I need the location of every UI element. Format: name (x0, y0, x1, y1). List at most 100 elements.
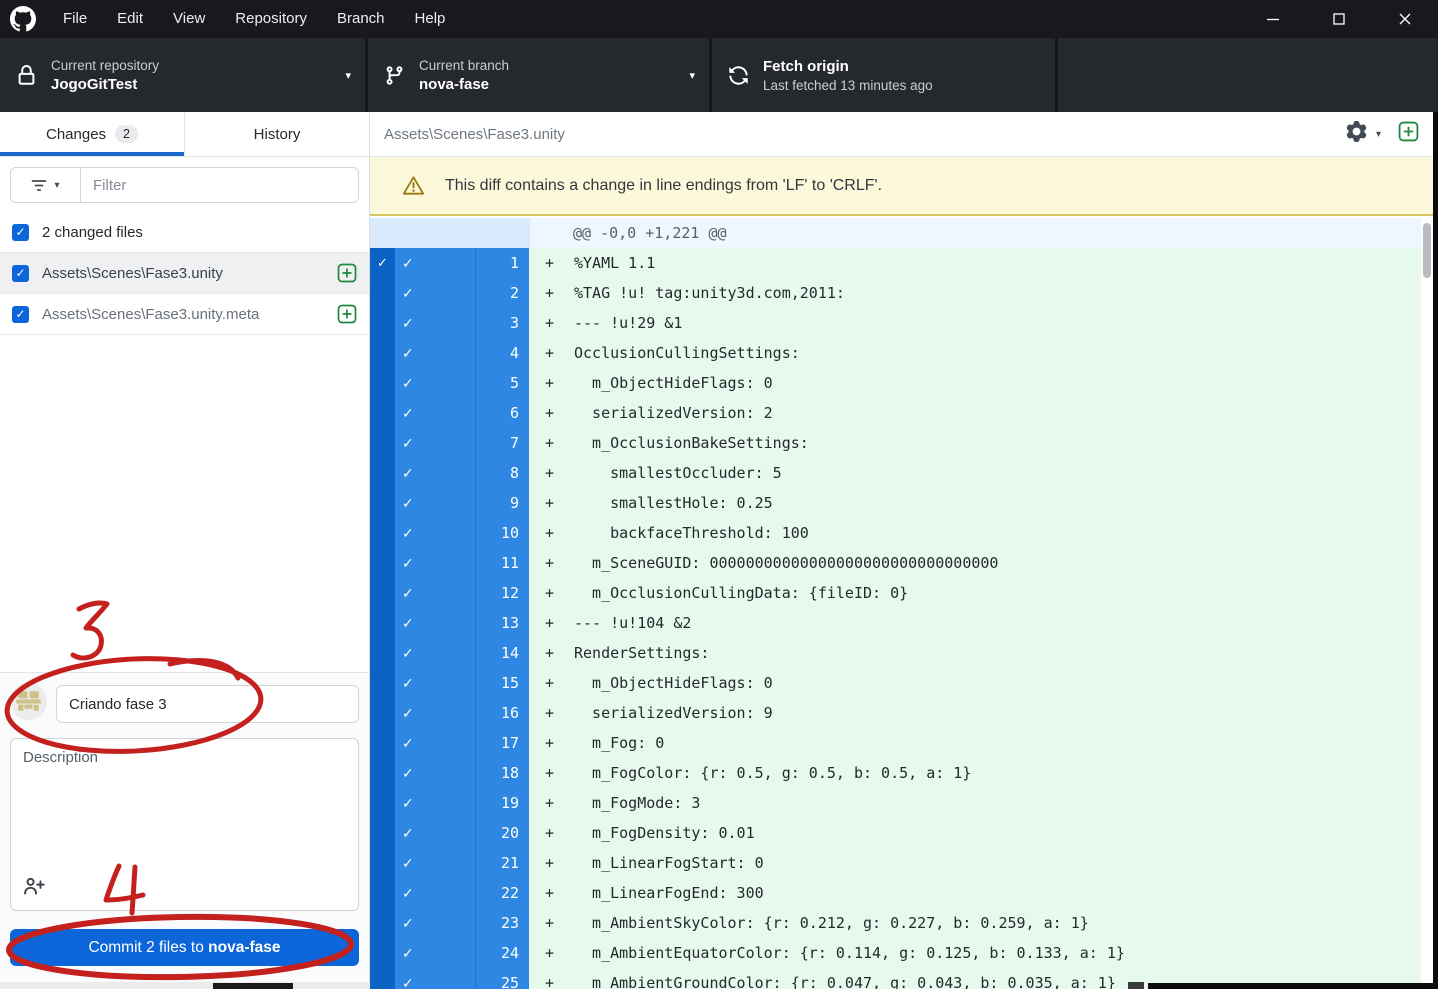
diff-line-checkbox[interactable]: ✓ (395, 338, 475, 368)
diff-line[interactable]: ✓✓1+%YAML 1.1 (370, 248, 1421, 278)
diff-line-checkbox[interactable]: ✓ (395, 908, 475, 938)
diff-hunk-select-cell[interactable] (370, 428, 395, 458)
scrollbar-thumb[interactable] (1423, 223, 1431, 278)
file-row[interactable]: ✓Assets\Scenes\Fase3.unity.meta (0, 294, 369, 335)
diff-hunk-select-cell[interactable] (370, 728, 395, 758)
diff-line[interactable]: ✓20+ m_FogDensity: 0.01 (370, 818, 1421, 848)
diff-line-checkbox[interactable]: ✓ (395, 938, 475, 968)
diff-line-checkbox[interactable]: ✓ (395, 518, 475, 548)
expand-diff-icon[interactable] (1398, 121, 1419, 147)
diff-line[interactable]: ✓12+ m_OcclusionCullingData: {fileID: 0} (370, 578, 1421, 608)
diff-line-checkbox[interactable]: ✓ (395, 698, 475, 728)
select-all-checkbox[interactable]: ✓ (12, 224, 29, 241)
diff-line-checkbox[interactable]: ✓ (395, 638, 475, 668)
diff-hunk-select-cell[interactable] (370, 278, 395, 308)
diff-hunk-select-cell[interactable] (370, 578, 395, 608)
diff-line[interactable]: ✓18+ m_FogColor: {r: 0.5, g: 0.5, b: 0.5… (370, 758, 1421, 788)
diff-line-checkbox[interactable]: ✓ (395, 578, 475, 608)
filter-input[interactable] (81, 168, 358, 202)
tab-history[interactable]: History (184, 112, 369, 156)
diff-line[interactable]: ✓17+ m_Fog: 0 (370, 728, 1421, 758)
diff-line[interactable]: ✓19+ m_FogMode: 3 (370, 788, 1421, 818)
diff-line-checkbox[interactable]: ✓ (395, 488, 475, 518)
diff-line-checkbox[interactable]: ✓ (395, 968, 475, 989)
diff-hunk-select-cell[interactable] (370, 758, 395, 788)
diff-line[interactable]: ✓10+ backfaceThreshold: 100 (370, 518, 1421, 548)
diff-hunk-select-cell[interactable] (370, 338, 395, 368)
diff-line[interactable]: ✓14+RenderSettings: (370, 638, 1421, 668)
commit-summary-input[interactable] (56, 685, 359, 723)
diff-hunk-select-cell[interactable] (370, 638, 395, 668)
diff-line[interactable]: ✓7+ m_OcclusionBakeSettings: (370, 428, 1421, 458)
filter-options-button[interactable]: ▾ (11, 168, 81, 202)
diff-hunk-select-cell[interactable] (370, 398, 395, 428)
diff-line-checkbox[interactable]: ✓ (395, 428, 475, 458)
diff-line-checkbox[interactable]: ✓ (395, 608, 475, 638)
diff-line-checkbox[interactable]: ✓ (395, 758, 475, 788)
menu-item-view[interactable]: View (158, 0, 220, 38)
menu-item-file[interactable]: File (48, 0, 102, 38)
menu-item-help[interactable]: Help (400, 0, 461, 38)
diff-line[interactable]: ✓16+ serializedVersion: 9 (370, 698, 1421, 728)
diff-line[interactable]: ✓21+ m_LinearFogStart: 0 (370, 848, 1421, 878)
diff-line[interactable]: ✓6+ serializedVersion: 2 (370, 398, 1421, 428)
diff-hunk-select-cell[interactable] (370, 968, 395, 989)
diff-hunk-select-cell[interactable]: ✓ (370, 248, 395, 278)
diff-hunk-select-cell[interactable] (370, 908, 395, 938)
chevron-down-icon[interactable]: ▾ (1376, 129, 1381, 140)
file-row[interactable]: ✓Assets\Scenes\Fase3.unity (0, 253, 369, 294)
commit-description-input[interactable] (11, 739, 358, 869)
diff-line-checkbox[interactable]: ✓ (395, 788, 475, 818)
diff-line[interactable]: ✓9+ smallestHole: 0.25 (370, 488, 1421, 518)
diff-line[interactable]: ✓8+ smallestOccluder: 5 (370, 458, 1421, 488)
current-repository-selector[interactable]: Current repository JogoGitTest ▾ (0, 38, 368, 112)
diff-hunk-select-cell[interactable] (370, 788, 395, 818)
diff-line[interactable]: ✓5+ m_ObjectHideFlags: 0 (370, 368, 1421, 398)
diff-line[interactable]: ✓11+ m_SceneGUID: 0000000000000000000000… (370, 548, 1421, 578)
diff-line-checkbox[interactable]: ✓ (395, 308, 475, 338)
diff-hunk-select-cell[interactable] (370, 608, 395, 638)
diff-hunk-select-cell[interactable] (370, 878, 395, 908)
diff-scrollbar[interactable] (1421, 218, 1433, 989)
diff-hunk-select-cell[interactable] (370, 818, 395, 848)
diff-line-checkbox[interactable]: ✓ (395, 278, 475, 308)
diff-line[interactable]: ✓23+ m_AmbientSkyColor: {r: 0.212, g: 0.… (370, 908, 1421, 938)
current-branch-selector[interactable]: Current branch nova-fase ▾ (368, 38, 712, 112)
diff-line-checkbox[interactable]: ✓ (395, 848, 475, 878)
diff-hunk-select-cell[interactable] (370, 308, 395, 338)
diff-hunk-select-cell[interactable] (370, 698, 395, 728)
diff-line-checkbox[interactable]: ✓ (395, 248, 475, 278)
diff-line[interactable]: ✓15+ m_ObjectHideFlags: 0 (370, 668, 1421, 698)
close-button[interactable] (1372, 0, 1438, 38)
diff-line[interactable]: ✓13+--- !u!104 &2 (370, 608, 1421, 638)
file-checkbox[interactable]: ✓ (12, 306, 29, 323)
diff-hunk-select-cell[interactable] (370, 368, 395, 398)
diff-line-checkbox[interactable]: ✓ (395, 878, 475, 908)
diff-hunk-select-cell[interactable] (370, 848, 395, 878)
diff-hunk-select-cell[interactable] (370, 458, 395, 488)
commit-button[interactable]: Commit 2 files to nova-fase (10, 929, 359, 966)
menu-item-edit[interactable]: Edit (102, 0, 158, 38)
diff-line-checkbox[interactable]: ✓ (395, 548, 475, 578)
gear-icon[interactable] (1346, 121, 1367, 147)
diff-line[interactable]: ✓22+ m_LinearFogEnd: 300 (370, 878, 1421, 908)
diff-hunk-select-cell[interactable] (370, 518, 395, 548)
diff-hunk-select-cell[interactable] (370, 668, 395, 698)
diff-line-checkbox[interactable]: ✓ (395, 368, 475, 398)
file-checkbox[interactable]: ✓ (12, 265, 29, 282)
diff-line-checkbox[interactable]: ✓ (395, 818, 475, 848)
menu-item-repository[interactable]: Repository (220, 0, 322, 38)
diff-hunk-select-cell[interactable] (370, 548, 395, 578)
fetch-origin-button[interactable]: Fetch origin Last fetched 13 minutes ago (712, 38, 1058, 112)
diff-line-checkbox[interactable]: ✓ (395, 398, 475, 428)
diff-line-checkbox[interactable]: ✓ (395, 668, 475, 698)
tab-changes[interactable]: Changes 2 (0, 112, 184, 156)
diff-line-checkbox[interactable]: ✓ (395, 458, 475, 488)
diff-hunk-select-cell[interactable] (370, 938, 395, 968)
menu-item-branch[interactable]: Branch (322, 0, 400, 38)
diff-hunk-select-cell[interactable] (370, 488, 395, 518)
maximize-button[interactable] (1306, 0, 1372, 38)
minimize-button[interactable] (1240, 0, 1306, 38)
diff-line[interactable]: ✓2+%TAG !u! tag:unity3d.com,2011: (370, 278, 1421, 308)
add-coauthor-icon[interactable] (23, 875, 45, 902)
